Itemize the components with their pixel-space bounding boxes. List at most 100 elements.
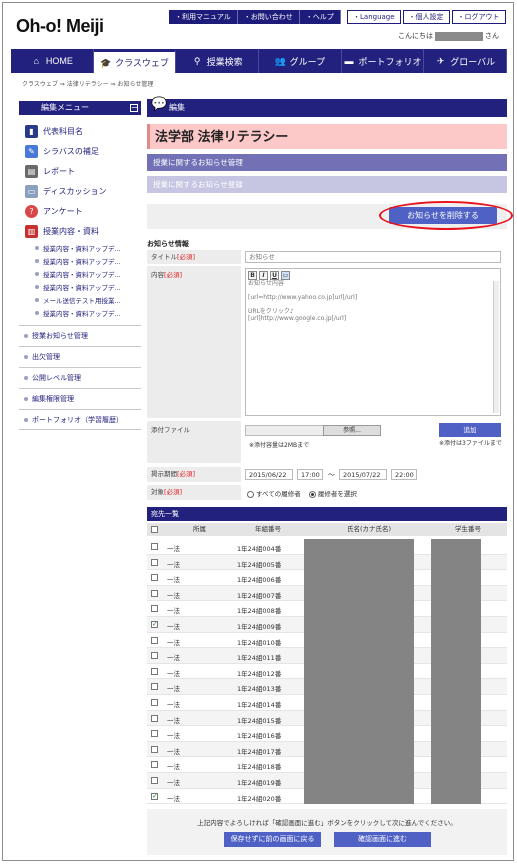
nav-global[interactable]: ✈ グローバル <box>424 49 508 73</box>
row-checkbox[interactable] <box>151 714 158 722</box>
col-name: 氏名(カナ氏名) <box>347 525 392 533</box>
select-all-checkbox[interactable] <box>151 526 158 533</box>
sidebar-item-survey[interactable]: ? アンケート <box>19 201 141 221</box>
manual-link[interactable]: ・利用マニュアル <box>169 10 238 24</box>
row-class-number: 1年24組008番 <box>237 607 282 616</box>
airplane-icon: ✈ <box>436 56 445 66</box>
nav-portfolio[interactable]: ▬ ポートフォリオ <box>342 49 425 73</box>
row-dept: 一法 <box>167 700 180 709</box>
row-checkbox[interactable] <box>151 730 158 738</box>
nav-classweb[interactable]: 🎓 クラスウェブ <box>93 49 177 73</box>
radio-select-students[interactable] <box>308 490 316 498</box>
row-checkbox[interactable] <box>151 636 158 644</box>
sidebar-link-notice[interactable]: 授業お知らせ管理 <box>19 325 141 346</box>
row-class-number: 1年24組017番 <box>237 747 282 756</box>
recipient-list-header: 宛先一覧 <box>147 507 507 521</box>
row-checkbox[interactable] <box>151 761 158 769</box>
redacted-student-ids <box>431 539 481 804</box>
contact-link[interactable]: ・お問い合わせ <box>237 10 300 24</box>
row-dept: 一法 <box>167 669 180 678</box>
row-checkbox[interactable] <box>151 574 158 582</box>
italic-icon[interactable]: I <box>259 271 268 280</box>
sidebar-item-report[interactable]: ▤ レポート <box>19 161 141 181</box>
row-checkbox[interactable] <box>151 667 158 675</box>
row-dept: 一法 <box>167 638 180 647</box>
folder-icon: ▬ <box>344 56 354 66</box>
footer-message: 上記内容でよろしければ「確認画面に進む」ボタンをクリックして次に進んでください。 <box>197 819 457 827</box>
sidebar-link-attendance[interactable]: 出欠管理 <box>19 346 141 367</box>
content-text[interactable]: お知らせ内容 [url=http://www.yahoo.co.jp]url[/… <box>248 280 357 322</box>
attach-label: 添付ファイル <box>147 421 241 463</box>
row-dept: 一法 <box>167 622 180 631</box>
sidebar-link-portfolio[interactable]: ポートフォリオ（学習履歴） <box>19 409 141 430</box>
sidebar-subitem[interactable]: 授業内容・資料アップデ... <box>19 280 141 293</box>
qa-icon: ? <box>25 204 38 218</box>
speech-bubble-icon: 💬 <box>151 97 168 112</box>
table-header: 所属 年組番号 氏名(カナ氏名) 学生番号 <box>147 523 507 536</box>
bullet-icon <box>24 334 28 338</box>
title-label: タイトル[必須] <box>147 250 241 264</box>
bold-icon[interactable]: B <box>248 271 257 280</box>
redacted-names <box>304 539 414 804</box>
site-logo[interactable]: Oh-o! Meiji <box>16 16 104 37</box>
notice-management-bar[interactable]: 授業に関するお知らせ管理 <box>147 154 507 171</box>
back-button[interactable]: 保存せずに前の画面に戻る <box>224 832 321 847</box>
sidebar-subitem[interactable]: 授業内容・資料アップデ... <box>19 267 141 280</box>
start-time-input[interactable]: 17:00 <box>297 469 323 480</box>
sidebar-subitem[interactable]: 授業内容・資料アップデ... <box>19 241 141 254</box>
row-checkbox[interactable] <box>151 683 158 691</box>
form-section-title: お知らせ情報 <box>147 240 189 248</box>
sidebar-item-materials[interactable]: ▥ 授業内容・資料 <box>19 221 141 241</box>
collapse-icon[interactable]: − <box>130 104 138 112</box>
sidebar-item-course[interactable]: ▮ 代表科目名 <box>19 121 141 141</box>
sidebar-subitem[interactable]: 授業内容・資料アップデ... <box>19 306 141 319</box>
row-class-number: 1年24組013番 <box>237 685 282 694</box>
nav-home[interactable]: ⌂ HOME <box>11 49 94 73</box>
start-date-input[interactable]: 2015/06/22 <box>245 469 293 480</box>
confirm-button[interactable]: 確認画面に進む <box>334 832 431 847</box>
radio-all-students[interactable] <box>247 490 254 498</box>
content-editor[interactable]: B I U ▭ お知らせ内容 [url=http://www.yahoo.co.… <box>245 268 501 416</box>
row-checkbox[interactable] <box>151 589 158 597</box>
row-class-number: 1年24組007番 <box>237 591 282 600</box>
book-icon: ▮ <box>25 124 38 138</box>
row-class-number: 1年24組014番 <box>237 700 282 709</box>
underline-icon[interactable]: U <box>270 271 279 280</box>
sidebar-item-syllabus[interactable]: ✎ シラバスの補足 <box>19 141 141 161</box>
nav-search[interactable]: ⚲ 授業検索 <box>176 49 260 73</box>
row-checkbox[interactable] <box>151 792 158 800</box>
row-checkbox[interactable] <box>151 605 158 613</box>
end-date-input[interactable]: 2015/07/22 <box>339 469 387 480</box>
nav-group[interactable]: 👥 グループ <box>259 49 342 73</box>
bullet-icon <box>35 297 39 302</box>
row-checkbox[interactable] <box>151 558 158 566</box>
language-button[interactable]: ・Language <box>347 10 401 24</box>
row-dept: 一法 <box>167 747 180 756</box>
title-input[interactable]: お知らせ <box>245 251 501 263</box>
row-checkbox[interactable] <box>151 698 158 706</box>
help-link[interactable]: ・ヘルプ <box>299 10 341 24</box>
image-icon[interactable]: ▭ <box>281 271 290 280</box>
sidebar-item-discussion[interactable]: ▭ ディスカッション <box>19 181 141 201</box>
sidebar-subitem[interactable]: メール送信テスト用授業... <box>19 293 141 306</box>
top-button-bar: ・Language ・個人設定 ・ログアウト <box>347 10 506 24</box>
highlight-circle <box>379 201 513 230</box>
page-frame: Oh-o! Meiji ・利用マニュアル ・お問い合わせ ・ヘルプ ・Langu… <box>2 2 514 861</box>
logout-button[interactable]: ・ログアウト <box>451 10 506 24</box>
row-checkbox[interactable] <box>151 652 158 660</box>
row-checkbox[interactable] <box>151 543 158 550</box>
bullet-icon <box>24 376 28 380</box>
row-checkbox[interactable] <box>151 776 158 784</box>
sidebar-link-visibility[interactable]: 公開レベル管理 <box>19 367 141 388</box>
browse-button[interactable]: 参照... <box>323 425 381 436</box>
sidebar-link-permissions[interactable]: 編集権限管理 <box>19 388 141 409</box>
row-dept: 一法 <box>167 763 180 772</box>
row-checkbox[interactable] <box>151 745 158 753</box>
add-file-button[interactable]: 追加 <box>439 423 501 437</box>
row-checkbox[interactable] <box>151 620 158 628</box>
editor-scrollbar[interactable] <box>493 281 499 413</box>
row-class-number: 1年24組012番 <box>237 669 282 678</box>
sidebar-subitem[interactable]: 授業内容・資料アップデ... <box>19 254 141 267</box>
settings-button[interactable]: ・個人設定 <box>402 10 450 24</box>
end-time-input[interactable]: 22:00 <box>391 469 417 480</box>
